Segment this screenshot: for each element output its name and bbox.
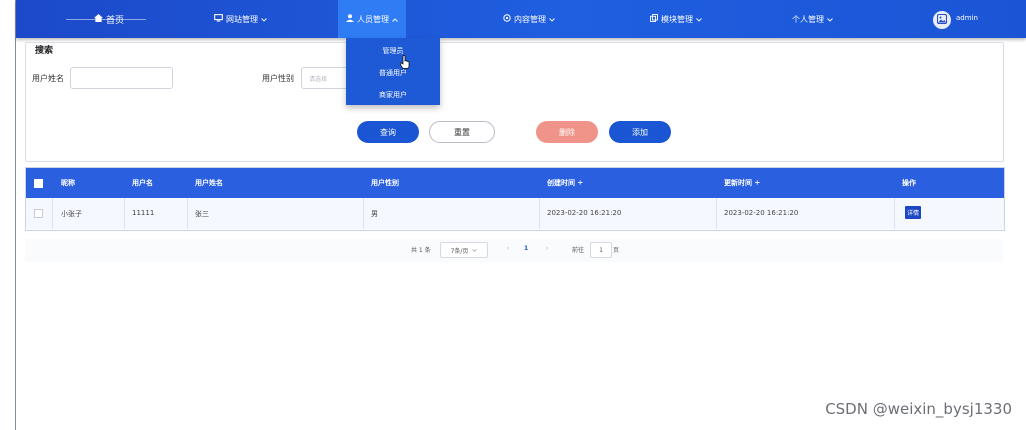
- top-navigation-bar: 首页 网站管理 人员管理 内容管理 模块管理 个人管理: [16, 0, 1026, 38]
- cell-updated-time: 2023-02-20 16:21:20: [724, 209, 799, 217]
- personnel-dropdown-menu: 管理员 普通用户 商家用户: [346, 38, 440, 105]
- goto-page-input[interactable]: 1: [590, 242, 612, 258]
- monitor-icon: [214, 14, 223, 24]
- chevron-down-icon: [472, 247, 478, 254]
- user-gender-placeholder: 请选择: [309, 76, 328, 83]
- home-icon: [94, 14, 103, 24]
- user-icon: [346, 14, 354, 24]
- copy-icon: [650, 14, 658, 24]
- col-actions: 操作: [902, 179, 916, 187]
- cell-real-name: 张三: [195, 210, 209, 218]
- col-nickname[interactable]: 昵称: [61, 178, 75, 188]
- nav-personal-management[interactable]: 个人管理: [792, 0, 833, 38]
- cell-divider: [894, 198, 895, 229]
- goto-label: 前往: [572, 247, 585, 254]
- nav-home-label: 首页: [106, 15, 125, 26]
- delete-button[interactable]: 删除: [536, 121, 598, 143]
- cell-divider: [716, 198, 717, 229]
- left-border: [15, 0, 16, 430]
- cell-divider: [124, 198, 125, 229]
- user-avatar[interactable]: [933, 11, 951, 29]
- table-row: 小张子 11111 张三 男 2023-02-20 16:21:20 2023-…: [26, 198, 1004, 229]
- hand-cursor-icon: [399, 55, 410, 69]
- search-panel: [25, 42, 1004, 162]
- prev-page-icon[interactable]: ‹: [507, 245, 509, 252]
- chevron-down-icon: [549, 15, 555, 24]
- col-created-time[interactable]: 创建时间 ÷: [547, 178, 583, 188]
- chevron-down-icon: [261, 15, 267, 24]
- cell-divider: [187, 198, 188, 229]
- user-name-input[interactable]: [70, 67, 173, 89]
- search-legend: 搜索: [35, 46, 54, 56]
- user-name[interactable]: admin: [956, 14, 978, 22]
- cell-nickname: 小张子: [61, 210, 82, 218]
- row-checkbox[interactable]: [34, 209, 43, 218]
- table-header: 昵称 用户名 用户姓名 用户性别 创建时间 ÷ 更新时间 ÷ 操作: [26, 168, 1004, 198]
- user-table: 昵称 用户名 用户姓名 用户性别 创建时间 ÷ 更新时间 ÷ 操作 小张子 11…: [25, 167, 1005, 231]
- cell-created-time: 2023-02-20 16:21:20: [547, 209, 622, 217]
- reset-button[interactable]: 重置: [429, 121, 495, 143]
- nav-personnel-management[interactable]: 人员管理: [338, 0, 406, 38]
- nav-home[interactable]: 首页: [94, 0, 124, 38]
- col-real-name[interactable]: 用户姓名: [195, 178, 223, 188]
- nav-content-management[interactable]: 内容管理: [503, 0, 555, 38]
- query-button[interactable]: 查询: [357, 121, 419, 143]
- pagination-bar: 共 1 条 7条/页 ‹ 1 › 前往 1 页: [25, 239, 1003, 262]
- nav-website-management[interactable]: 网站管理: [214, 0, 267, 38]
- avatar-icon: [936, 13, 948, 27]
- user-name-label: 用户姓名: [32, 74, 64, 83]
- detail-button[interactable]: 详情: [905, 206, 921, 219]
- user-gender-label: 用户性别: [262, 74, 294, 83]
- cell-gender: 男: [371, 210, 378, 218]
- page-unit-label: 页: [613, 247, 620, 254]
- cell-divider: [539, 198, 540, 229]
- nav-content-label: 内容管理: [514, 14, 546, 24]
- page-size-value: 7条/页: [450, 247, 469, 255]
- dropdown-item-merchant-user[interactable]: 商家用户: [346, 90, 440, 100]
- watermark: CSDN @weixin_bysj1330: [825, 400, 1012, 418]
- cell-divider: [52, 198, 53, 229]
- chevron-down-icon: [827, 15, 833, 24]
- total-count: 共 1 条: [411, 247, 431, 254]
- col-username[interactable]: 用户名: [132, 178, 153, 188]
- col-updated-time[interactable]: 更新时间 ÷: [724, 178, 760, 188]
- nav-personal-label: 个人管理: [792, 14, 824, 24]
- chevron-down-icon: [696, 15, 702, 24]
- nav-module-label: 模块管理: [661, 14, 693, 24]
- next-page-icon[interactable]: ›: [546, 245, 548, 252]
- nav-module-management[interactable]: 模块管理: [650, 0, 702, 38]
- add-button[interactable]: 添加: [609, 121, 671, 143]
- cell-divider: [363, 198, 364, 229]
- page-number-current[interactable]: 1: [524, 245, 528, 252]
- nav-website-label: 网站管理: [226, 14, 258, 24]
- page-size-select[interactable]: 7条/页: [440, 242, 488, 258]
- select-all-checkbox[interactable]: [34, 179, 43, 188]
- nav-personnel-label: 人员管理: [357, 14, 389, 24]
- col-gender[interactable]: 用户性别: [371, 178, 399, 188]
- dropdown-item-normal-user[interactable]: 普通用户: [346, 68, 440, 78]
- chevron-up-icon: [392, 15, 398, 24]
- cell-username: 11111: [132, 209, 155, 217]
- dropdown-item-admin[interactable]: 管理员: [346, 46, 440, 56]
- gear-icon: [503, 14, 511, 24]
